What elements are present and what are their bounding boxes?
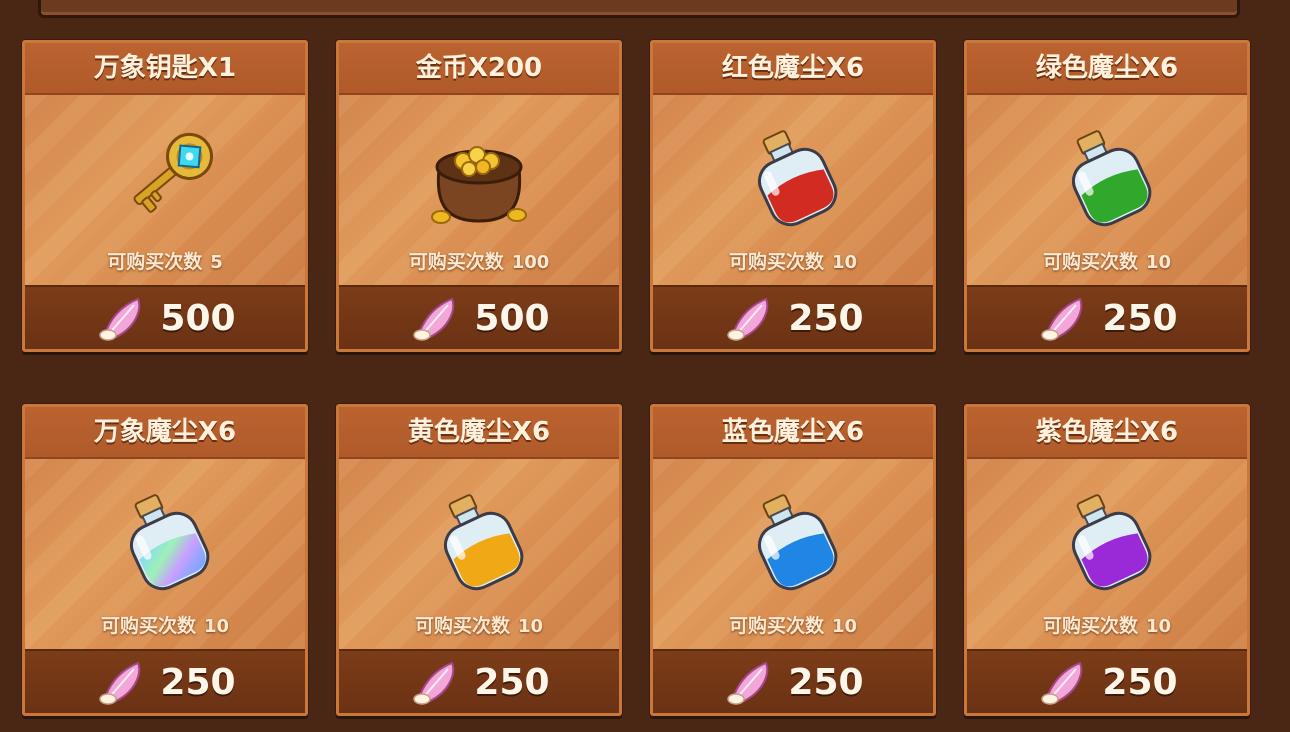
pink-feather-icon bbox=[1041, 297, 1083, 341]
purchase-limit-label: 可购买次数 bbox=[408, 251, 504, 273]
buy-button[interactable]: 250 bbox=[653, 285, 933, 349]
purchase-limit: 可购买次数 10 bbox=[653, 247, 933, 274]
pink-feather-icon bbox=[727, 297, 769, 341]
top-panel-frame bbox=[38, 0, 1240, 18]
buy-button[interactable]: 250 bbox=[967, 649, 1247, 713]
purchase-limit-count: 10 bbox=[831, 252, 858, 273]
price-value: 500 bbox=[160, 297, 236, 339]
shop-item-card[interactable]: 红色魔尘X6 可购买次数 10 250 bbox=[650, 40, 936, 352]
shop-item-card[interactable]: 金币X200 可购买次数 100 500 bbox=[336, 40, 622, 352]
purchase-limit-count: 5 bbox=[210, 252, 223, 273]
item-title: 紫色魔尘X6 bbox=[967, 407, 1247, 459]
purchase-limit: 可购买次数 5 bbox=[25, 247, 305, 274]
green-dust-bottle-icon bbox=[1047, 117, 1167, 237]
pink-feather-icon bbox=[99, 297, 141, 341]
shop-grid: 万象钥匙X1 可购买次数 5 500 金币X200 可购买次数 100 500 … bbox=[22, 40, 1250, 716]
pink-feather-icon bbox=[1041, 661, 1083, 705]
purchase-limit-label: 可购买次数 bbox=[107, 251, 203, 273]
red-dust-bottle-icon bbox=[733, 117, 853, 237]
buy-button[interactable]: 250 bbox=[653, 649, 933, 713]
shop-item-card[interactable]: 绿色魔尘X6 可购买次数 10 250 bbox=[964, 40, 1250, 352]
price-value: 500 bbox=[474, 297, 550, 339]
blue-dust-bottle-icon bbox=[733, 481, 853, 601]
buy-button[interactable]: 250 bbox=[967, 285, 1247, 349]
purchase-limit-count: 10 bbox=[1145, 252, 1172, 273]
price-value: 250 bbox=[1102, 661, 1178, 703]
item-title: 黄色魔尘X6 bbox=[339, 407, 619, 459]
buy-button[interactable]: 250 bbox=[339, 649, 619, 713]
purple-dust-bottle-icon bbox=[1047, 481, 1167, 601]
purchase-limit: 可购买次数 100 bbox=[339, 247, 619, 274]
purchase-limit-label: 可购买次数 bbox=[1042, 251, 1138, 273]
item-title: 蓝色魔尘X6 bbox=[653, 407, 933, 459]
coin-bag-icon bbox=[419, 117, 539, 237]
item-title: 万象钥匙X1 bbox=[25, 43, 305, 95]
purchase-limit-label: 可购买次数 bbox=[414, 615, 510, 637]
price-value: 250 bbox=[160, 661, 236, 703]
buy-button[interactable]: 500 bbox=[25, 285, 305, 349]
purchase-limit-label: 可购买次数 bbox=[100, 615, 196, 637]
purchase-limit: 可购买次数 10 bbox=[653, 611, 933, 638]
purchase-limit-count: 10 bbox=[517, 616, 544, 637]
item-title: 红色魔尘X6 bbox=[653, 43, 933, 95]
buy-button[interactable]: 500 bbox=[339, 285, 619, 349]
pink-feather-icon bbox=[727, 661, 769, 705]
golden-key-icon bbox=[105, 117, 225, 237]
shop-item-card[interactable]: 蓝色魔尘X6 可购买次数 10 250 bbox=[650, 404, 936, 716]
price-value: 250 bbox=[474, 661, 550, 703]
shop-item-card[interactable]: 万象魔尘X6 可购买次数 10 250 bbox=[22, 404, 308, 716]
purchase-limit: 可购买次数 10 bbox=[25, 611, 305, 638]
pink-feather-icon bbox=[413, 297, 455, 341]
rainbow-dust-bottle-icon bbox=[105, 481, 225, 601]
pink-feather-icon bbox=[413, 661, 455, 705]
purchase-limit-count: 10 bbox=[1145, 616, 1172, 637]
purchase-limit: 可购买次数 10 bbox=[339, 611, 619, 638]
yellow-dust-bottle-icon bbox=[419, 481, 539, 601]
price-value: 250 bbox=[1102, 297, 1178, 339]
shop-item-card[interactable]: 黄色魔尘X6 可购买次数 10 250 bbox=[336, 404, 622, 716]
purchase-limit-count: 100 bbox=[511, 252, 550, 273]
item-title: 金币X200 bbox=[339, 43, 619, 95]
shop-item-card[interactable]: 紫色魔尘X6 可购买次数 10 250 bbox=[964, 404, 1250, 716]
buy-button[interactable]: 250 bbox=[25, 649, 305, 713]
purchase-limit-count: 10 bbox=[831, 616, 858, 637]
purchase-limit-label: 可购买次数 bbox=[728, 251, 824, 273]
purchase-limit: 可购买次数 10 bbox=[967, 611, 1247, 638]
purchase-limit-count: 10 bbox=[203, 616, 230, 637]
purchase-limit-label: 可购买次数 bbox=[1042, 615, 1138, 637]
price-value: 250 bbox=[788, 661, 864, 703]
purchase-limit-label: 可购买次数 bbox=[728, 615, 824, 637]
price-value: 250 bbox=[788, 297, 864, 339]
item-title: 万象魔尘X6 bbox=[25, 407, 305, 459]
item-title: 绿色魔尘X6 bbox=[967, 43, 1247, 95]
shop-item-card[interactable]: 万象钥匙X1 可购买次数 5 500 bbox=[22, 40, 308, 352]
purchase-limit: 可购买次数 10 bbox=[967, 247, 1247, 274]
pink-feather-icon bbox=[99, 661, 141, 705]
